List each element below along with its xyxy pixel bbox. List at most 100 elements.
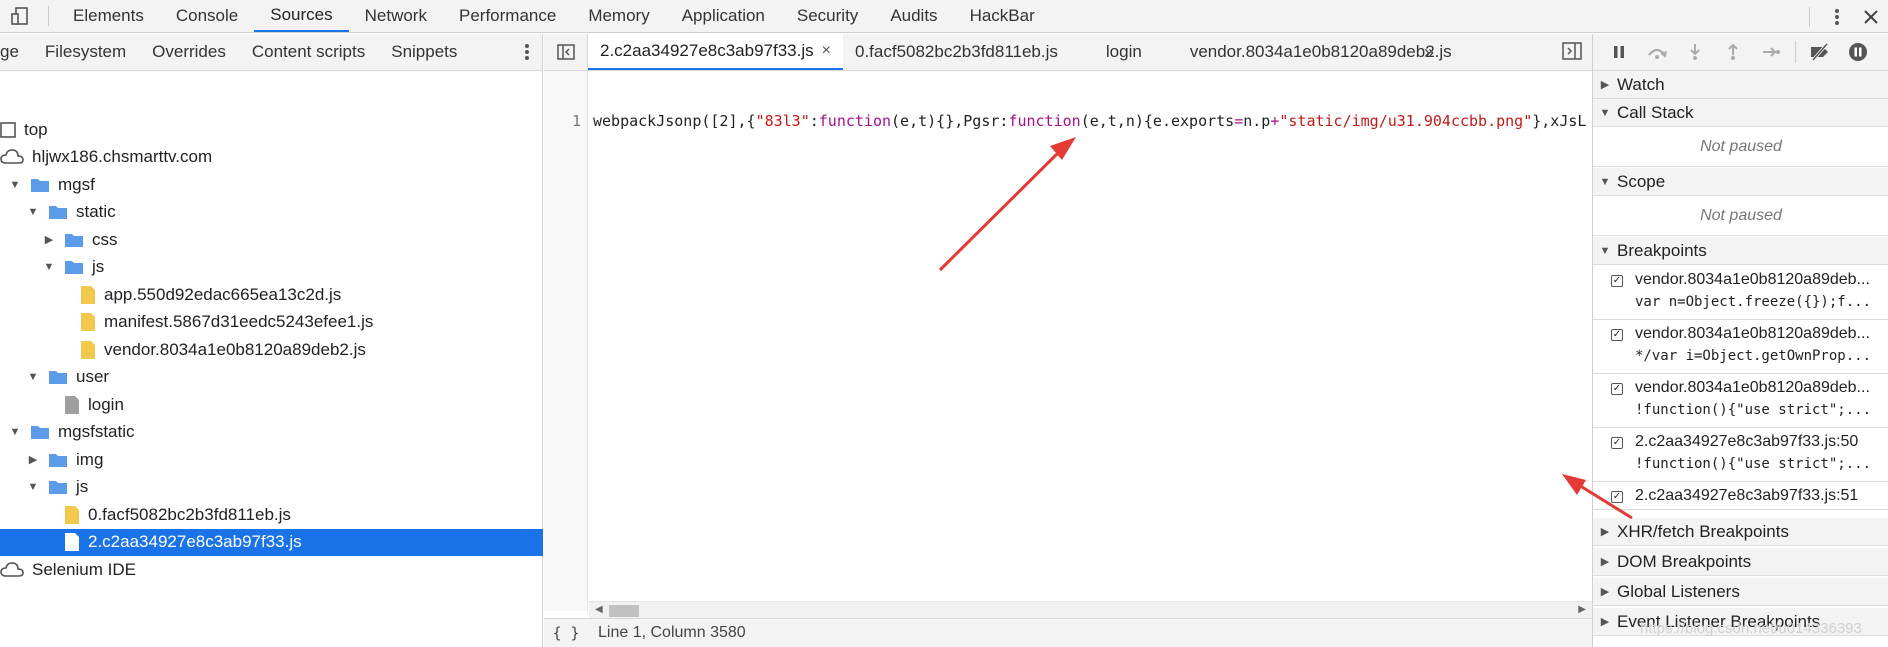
breakpoint-checkbox[interactable]: ✓ xyxy=(1611,383,1623,395)
dom-breakpoints-section-header[interactable]: ▶ DOM Breakpoints xyxy=(1593,548,1888,576)
device-toolbar-toggle[interactable] xyxy=(0,0,40,32)
expanded-triangle-icon[interactable]: ▼ xyxy=(26,206,40,218)
tree-item[interactable]: ▼ js xyxy=(0,474,543,501)
deactivate-breakpoints-button[interactable] xyxy=(1806,38,1834,66)
navigator-tab-ge[interactable]: ge xyxy=(0,42,32,62)
scope-section-header[interactable]: ▼ Scope xyxy=(1593,168,1888,196)
pretty-print-button[interactable]: { } xyxy=(544,624,588,642)
toggle-navigator-button[interactable] xyxy=(544,34,588,70)
horizontal-scrollbar[interactable]: ◀ ▶ xyxy=(589,601,1592,618)
collapsed-triangle-icon[interactable]: ▶ xyxy=(42,233,56,246)
pause-button[interactable] xyxy=(1605,38,1633,66)
tab-elements[interactable]: Elements xyxy=(57,0,160,32)
breakpoints-section-header[interactable]: ▼ Breakpoints xyxy=(1593,237,1888,265)
debugger-toolbar xyxy=(1593,34,1888,71)
expanded-triangle-icon[interactable]: ▼ xyxy=(26,371,40,383)
step-into-button[interactable] xyxy=(1681,38,1709,66)
tree-item[interactable]: ▼ user xyxy=(0,364,543,391)
editor-tab[interactable]: login xyxy=(1070,34,1178,70)
tab-sources[interactable]: Sources xyxy=(254,0,349,32)
code-area[interactable]: webpackJsonp([2],{"83l3":function(e,t){}… xyxy=(589,71,1592,601)
toolbar-separator xyxy=(1795,41,1796,63)
tree-item[interactable]: app.550d92edac665ea13c2d.js xyxy=(0,281,543,308)
expanded-triangle-icon[interactable]: ▼ xyxy=(26,481,40,493)
tree-item[interactable]: top xyxy=(0,116,543,143)
expanded-triangle-icon[interactable]: ▼ xyxy=(42,261,56,273)
scrollbar-thumb[interactable] xyxy=(609,605,639,617)
breakpoint-item[interactable]: ✓ vendor.8034a1e0b8120a89deb... var n=Obje… xyxy=(1593,266,1888,320)
tree-item[interactable]: Selenium IDE xyxy=(0,556,543,583)
pause-on-exceptions-button[interactable] xyxy=(1844,38,1872,66)
code-token: webpackJsonp([2],{ xyxy=(593,112,756,130)
deactivate-breakpoints-icon xyxy=(1811,43,1829,61)
editor-tab[interactable]: vendor.8034a1e0b8120a89deb2.js xyxy=(1178,34,1464,70)
editor-tab[interactable]: 0.facf5082bc2b3fd811eb.js xyxy=(843,34,1070,70)
tree-item[interactable]: login xyxy=(0,391,543,418)
navigator-tab-overrides[interactable]: Overrides xyxy=(139,42,239,62)
tab-security[interactable]: Security xyxy=(781,0,874,32)
tree-item[interactable]: ▼ mgsfstatic xyxy=(0,419,543,446)
navigator-tab-filesystem[interactable]: Filesystem xyxy=(32,42,139,62)
watch-section-header[interactable]: ▶ Watch xyxy=(1593,71,1888,99)
tab-console[interactable]: Console xyxy=(160,0,254,32)
tree-item[interactable]: ▼ static xyxy=(0,199,543,226)
navigator-more-button[interactable] xyxy=(524,42,530,67)
scroll-right-icon[interactable]: ▶ xyxy=(1578,604,1586,615)
step-over-button[interactable] xyxy=(1643,38,1671,66)
expanded-triangle-icon[interactable]: ▼ xyxy=(8,426,22,438)
frame-icon xyxy=(0,121,16,138)
navigator-tab-content-scripts[interactable]: Content scripts xyxy=(239,42,378,62)
breakpoint-item[interactable]: ✓ vendor.8034a1e0b8120a89deb... !function(… xyxy=(1593,374,1888,428)
tree-item[interactable]: manifest.5867d31eedc5243efee1.js xyxy=(0,309,543,336)
tab-performance[interactable]: Performance xyxy=(443,0,572,32)
collapsed-triangle-icon[interactable]: ▶ xyxy=(26,453,40,466)
step-button[interactable] xyxy=(1757,38,1785,66)
tree-item-label: js xyxy=(76,477,89,496)
breakpoint-checkbox[interactable]: ✓ xyxy=(1611,275,1623,287)
code-token: (e,t){},Pgsr: xyxy=(891,112,1009,130)
expanded-triangle-icon[interactable]: ▼ xyxy=(8,179,22,191)
tree-item[interactable]: vendor.8034a1e0b8120a89deb2.js xyxy=(0,336,543,363)
tab-application[interactable]: Application xyxy=(666,0,781,32)
tab-audits[interactable]: Audits xyxy=(874,0,953,32)
toolbar-separator xyxy=(1809,6,1810,27)
scroll-left-icon[interactable]: ◀ xyxy=(595,604,603,615)
tree-item[interactable]: 2.c2aa34927e8c3ab97f33.js xyxy=(0,528,543,556)
tree-item[interactable]: ▼ js xyxy=(0,254,543,281)
tree-item[interactable]: ▶ img xyxy=(0,446,543,473)
breakpoint-checkbox[interactable]: ✓ xyxy=(1611,491,1623,503)
tree-item[interactable]: 0.facf5082bc2b3fd811eb.js xyxy=(0,501,543,528)
breakpoint-item[interactable]: ✓ vendor.8034a1e0b8120a89deb... */var i=Ob… xyxy=(1593,320,1888,374)
breakpoint-item[interactable]: ✓ 2.c2aa34927e8c3ab97f33.js:50 !function()… xyxy=(1593,428,1888,482)
tree-item-label: static xyxy=(76,202,116,221)
tree-item[interactable]: hljwx186.chsmarttv.com xyxy=(0,144,543,171)
tree-item[interactable]: ▶ css xyxy=(0,226,543,253)
folder-icon xyxy=(30,424,50,440)
js-file-icon xyxy=(64,532,80,552)
breakpoint-item[interactable]: ✓ 2.c2aa34927e8c3ab97f33.js:51 xyxy=(1593,482,1888,510)
devtools-main-tabbar: Elements Console Sources Network Performance… xyxy=(0,0,1888,33)
global-listeners-section-header[interactable]: ▶ Global Listeners xyxy=(1593,578,1888,606)
customize-devtools-button[interactable] xyxy=(1820,0,1854,33)
navigator-tab-snippets[interactable]: Snippets xyxy=(378,42,470,62)
editor-statusbar: { } Line 1, Column 3580 xyxy=(544,618,1592,647)
editor-tab[interactable]: 2.c2aa34927e8c3ab97f33.js × xyxy=(588,34,843,70)
toggle-debugger-button[interactable] xyxy=(1562,42,1582,65)
xhr-breakpoints-section-header[interactable]: ▶ XHR/fetch Breakpoints xyxy=(1593,518,1888,546)
tab-hackbar[interactable]: HackBar xyxy=(954,0,1051,32)
step-out-button[interactable] xyxy=(1719,38,1747,66)
breakpoint-checkbox[interactable]: ✓ xyxy=(1611,437,1623,449)
tab-memory[interactable]: Memory xyxy=(572,0,665,32)
breakpoint-checkbox[interactable]: ✓ xyxy=(1611,329,1623,341)
tab-network[interactable]: Network xyxy=(349,0,443,32)
more-tabs-button[interactable]: » xyxy=(1424,34,1434,70)
close-devtools-button[interactable] xyxy=(1854,0,1888,33)
code-line[interactable]: webpackJsonp([2],{"83l3":function(e,t){}… xyxy=(593,112,1586,130)
line-number[interactable]: 1 xyxy=(572,112,581,130)
step-into-icon xyxy=(1690,44,1700,60)
call-stack-section-header[interactable]: ▼ Call Stack xyxy=(1593,99,1888,127)
close-tab-icon[interactable]: × xyxy=(822,42,831,60)
pause-icon xyxy=(1614,46,1624,58)
editor-tabbar: 2.c2aa34927e8c3ab97f33.js × 0.facf5082bc2b… xyxy=(544,34,1592,71)
tree-item[interactable]: ▼ mgsf xyxy=(0,171,543,198)
